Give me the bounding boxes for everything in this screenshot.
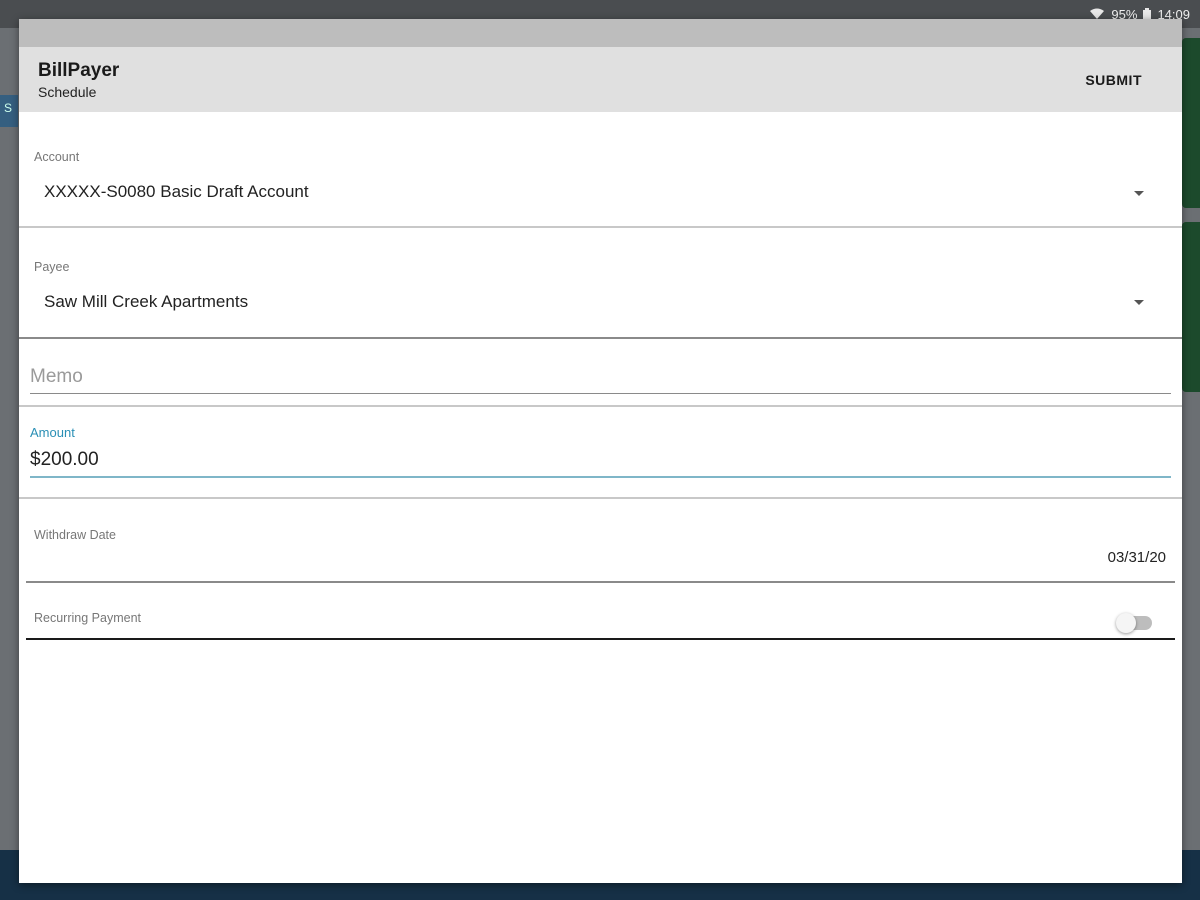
divider bbox=[19, 405, 1182, 407]
app-bar: BillPayer Schedule SUBMIT bbox=[19, 47, 1182, 112]
payee-value: Saw Mill Creek Apartments bbox=[44, 292, 249, 311]
withdraw-date-value: 03/31/20 bbox=[1107, 549, 1166, 566]
account-dropdown[interactable]: Account XXXXX-S0080 Basic Draft Account bbox=[19, 112, 1182, 228]
dialog-top-strip bbox=[19, 19, 1182, 47]
chevron-down-icon bbox=[1134, 191, 1144, 196]
recurring-payment-row: Recurring Payment bbox=[19, 583, 1182, 639]
background-card bbox=[1182, 222, 1200, 392]
background-card bbox=[1182, 38, 1200, 208]
recurring-payment-label: Recurring Payment bbox=[34, 611, 141, 625]
amount-label: Amount bbox=[30, 425, 75, 440]
payee-dropdown[interactable]: Payee Saw Mill Creek Apartments bbox=[19, 228, 1182, 340]
divider bbox=[19, 337, 1182, 339]
memo-input[interactable] bbox=[30, 360, 1171, 394]
amount-input[interactable] bbox=[30, 444, 1171, 478]
app-bar-titles: BillPayer Schedule bbox=[38, 59, 119, 101]
chevron-down-icon bbox=[1134, 300, 1144, 305]
divider bbox=[26, 638, 1175, 640]
toggle-knob bbox=[1116, 613, 1136, 633]
withdraw-date-label: Withdraw Date bbox=[34, 528, 116, 542]
payee-label: Payee bbox=[34, 260, 70, 274]
submit-button[interactable]: SUBMIT bbox=[1077, 66, 1150, 94]
schedule-payment-dialog: BillPayer Schedule SUBMIT Account XXXXX-… bbox=[19, 19, 1182, 883]
account-value: XXXXX-S0080 Basic Draft Account bbox=[44, 182, 309, 201]
background-tab: S bbox=[0, 95, 18, 127]
recurring-payment-toggle[interactable] bbox=[1116, 613, 1152, 633]
app-subtitle: Schedule bbox=[38, 83, 97, 100]
account-label: Account bbox=[34, 150, 80, 164]
withdraw-date-picker[interactable]: Withdraw Date 03/31/20 bbox=[19, 499, 1182, 581]
app-title: BillPayer bbox=[38, 59, 120, 81]
